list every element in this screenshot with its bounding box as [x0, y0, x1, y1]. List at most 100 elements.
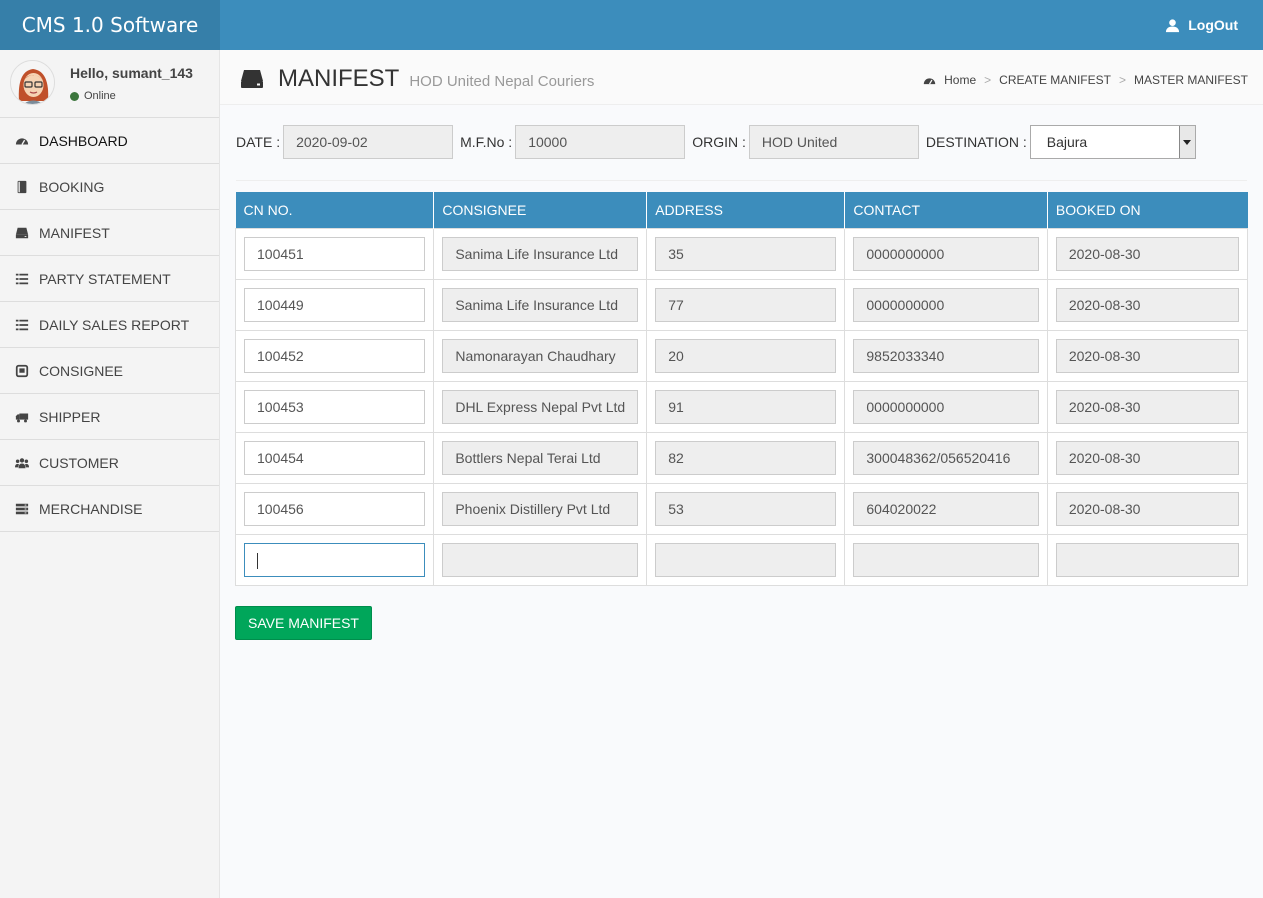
consignee-field: Namonarayan Chaudhary	[442, 338, 639, 373]
mfno-field[interactable]: 10000	[515, 125, 686, 159]
content-header: MANIFEST HOD United Nepal Couriers Home …	[220, 50, 1263, 105]
address-field: 82	[655, 440, 837, 475]
consignee-field: Sanima Life Insurance Ltd	[442, 236, 639, 271]
table-row: 100456 Phoenix Distillery Pvt Ltd 53 604…	[234, 482, 1249, 535]
consignee-cell: Bottlers Nepal Terai Ltd	[433, 431, 648, 484]
page-title: MANIFEST	[278, 65, 400, 92]
sidebar-menu: DASHBOARD BOOKING MANIFEST PARTY STATEME…	[0, 118, 219, 532]
breadcrumb-master-manifest[interactable]: MASTER MANIFEST	[1134, 73, 1248, 87]
address-cell: 77	[646, 278, 846, 331]
contact-field: 0000000000	[853, 236, 1039, 271]
column-header-address: ADDRESS	[646, 192, 846, 228]
divider	[236, 180, 1247, 181]
contact-field: 0000000000	[853, 389, 1039, 424]
table-row: 100451 Sanima Life Insurance Ltd 35 0000…	[234, 227, 1249, 280]
user-panel: Hello, sumant_143 Online	[0, 50, 219, 118]
sidebar-item-customer[interactable]: CUSTOMER	[0, 440, 219, 486]
cn-input[interactable]: 100451	[244, 236, 426, 271]
address-field: 91	[655, 389, 837, 424]
book-icon	[17, 180, 27, 193]
cn-cell	[234, 533, 435, 586]
date-label: DATE :	[236, 134, 281, 150]
booked-on-cell: 2020-08-30	[1046, 380, 1249, 433]
consignee-cell	[433, 533, 648, 586]
address-field: 53	[655, 491, 837, 526]
address-cell: 82	[646, 431, 846, 484]
table-row: 100449 Sanima Life Insurance Ltd 77 0000…	[234, 278, 1249, 331]
top-navbar: CMS 1.0 Software LogOut	[0, 0, 1263, 50]
date-field[interactable]: 2020-09-02	[283, 125, 454, 159]
sidebar-item-dashboard[interactable]: DASHBOARD	[0, 118, 219, 164]
sidebar-item-label: CONSIGNEE	[39, 362, 124, 379]
consignee-cell: Phoenix Distillery Pvt Ltd	[433, 482, 648, 535]
logout-label: LogOut	[1188, 17, 1238, 33]
booked-on-field: 2020-08-30	[1055, 236, 1239, 271]
text-caret	[257, 552, 258, 569]
contact-cell: 300048362/056520416	[844, 431, 1048, 484]
list-icon	[15, 319, 29, 330]
hdd-icon	[241, 70, 263, 88]
sidebar-item-booking[interactable]: BOOKING	[0, 164, 219, 210]
consignee-field: Phoenix Distillery Pvt Ltd	[442, 491, 639, 526]
manifest-form-row: DATE : 2020-09-02 M.F.No : 10000 ORGIN :…	[236, 125, 1196, 159]
app-logo[interactable]: CMS 1.0 Software	[0, 0, 220, 50]
sidebar-item-label: DASHBOARD	[39, 132, 128, 149]
address-field: 20	[655, 338, 837, 373]
sidebar-item-shipper[interactable]: SHIPPER	[0, 394, 219, 440]
dashboard-icon	[923, 78, 936, 85]
sidebar-item-daily-sales-report[interactable]: DAILY SALES REPORT	[0, 302, 219, 348]
booked-on-cell: 2020-08-30	[1046, 227, 1249, 280]
consignee-field	[442, 542, 639, 577]
sidebar-item-label: CUSTOMER	[39, 454, 119, 471]
sidebar-item-party-statement[interactable]: PARTY STATEMENT	[0, 256, 219, 302]
cn-input[interactable]: 100453	[244, 389, 426, 424]
sidebar-item-label: MANIFEST	[39, 224, 110, 241]
cn-input[interactable]: 100454	[244, 440, 426, 475]
contact-field	[853, 542, 1039, 577]
address-cell: 53	[646, 482, 846, 535]
breadcrumb-home[interactable]: Home	[944, 73, 976, 87]
contact-cell: 604020022	[844, 482, 1048, 535]
table-row: 100453 DHL Express Nepal Pvt Ltd 91 0000…	[234, 380, 1249, 433]
sidebar-item-merchandise[interactable]: MERCHANDISE	[0, 486, 219, 532]
user-status: Online	[70, 90, 116, 102]
sidebar-item-label: PARTY STATEMENT	[39, 270, 171, 287]
booked-on-field: 2020-08-30	[1055, 389, 1239, 424]
cn-cell: 100449	[234, 278, 435, 331]
user-icon	[1166, 18, 1180, 32]
booked-on-field: 2020-08-30	[1055, 287, 1239, 322]
address-cell	[646, 533, 846, 586]
cn-input[interactable]: 100456	[244, 491, 426, 526]
table-header-row: CN NO. CONSIGNEE ADDRESS CONTACT BOOKED …	[235, 192, 1248, 228]
cn-cell: 100454	[234, 431, 435, 484]
contact-cell	[844, 533, 1048, 586]
logout-link[interactable]: LogOut	[1165, 0, 1238, 50]
origin-field[interactable]: HOD United	[748, 125, 919, 159]
contact-cell: 0000000000	[844, 278, 1048, 331]
column-header-contact: CONTACT	[844, 192, 1048, 228]
avatar	[10, 60, 55, 105]
cn-input[interactable]: 100452	[244, 338, 426, 373]
booked-on-cell: 2020-08-30	[1046, 431, 1249, 484]
cn-input[interactable]: 100449	[244, 287, 426, 322]
cn-input-new[interactable]	[244, 542, 426, 577]
save-manifest-button[interactable]: SAVE MANIFEST	[235, 606, 372, 640]
sidebar-item-consignee[interactable]: CONSIGNEE	[0, 348, 219, 394]
consignee-cell: DHL Express Nepal Pvt Ltd	[433, 380, 648, 433]
sidebar-item-label: DAILY SALES REPORT	[39, 316, 190, 333]
contact-cell: 0000000000	[844, 380, 1048, 433]
chevron-down-icon[interactable]	[1178, 126, 1195, 158]
sidebar: Hello, sumant_143 Online DASHBOARD BOOKI…	[0, 50, 220, 898]
table-row: 100454 Bottlers Nepal Terai Ltd 82 30004…	[234, 431, 1249, 484]
sidebar-item-label: BOOKING	[39, 178, 105, 195]
address-field: 77	[655, 287, 837, 322]
breadcrumb-create-manifest[interactable]: CREATE MANIFEST	[999, 73, 1111, 87]
mfno-label: M.F.No :	[460, 134, 513, 150]
address-cell: 35	[646, 227, 846, 280]
breadcrumb-separator: >	[984, 73, 992, 87]
destination-select[interactable]: Bajura	[1029, 125, 1196, 159]
sidebar-item-manifest[interactable]: MANIFEST	[0, 210, 219, 256]
booked-on-field: 2020-08-30	[1055, 491, 1239, 526]
address-field: 35	[655, 236, 837, 271]
contact-cell: 9852033340	[844, 329, 1048, 382]
